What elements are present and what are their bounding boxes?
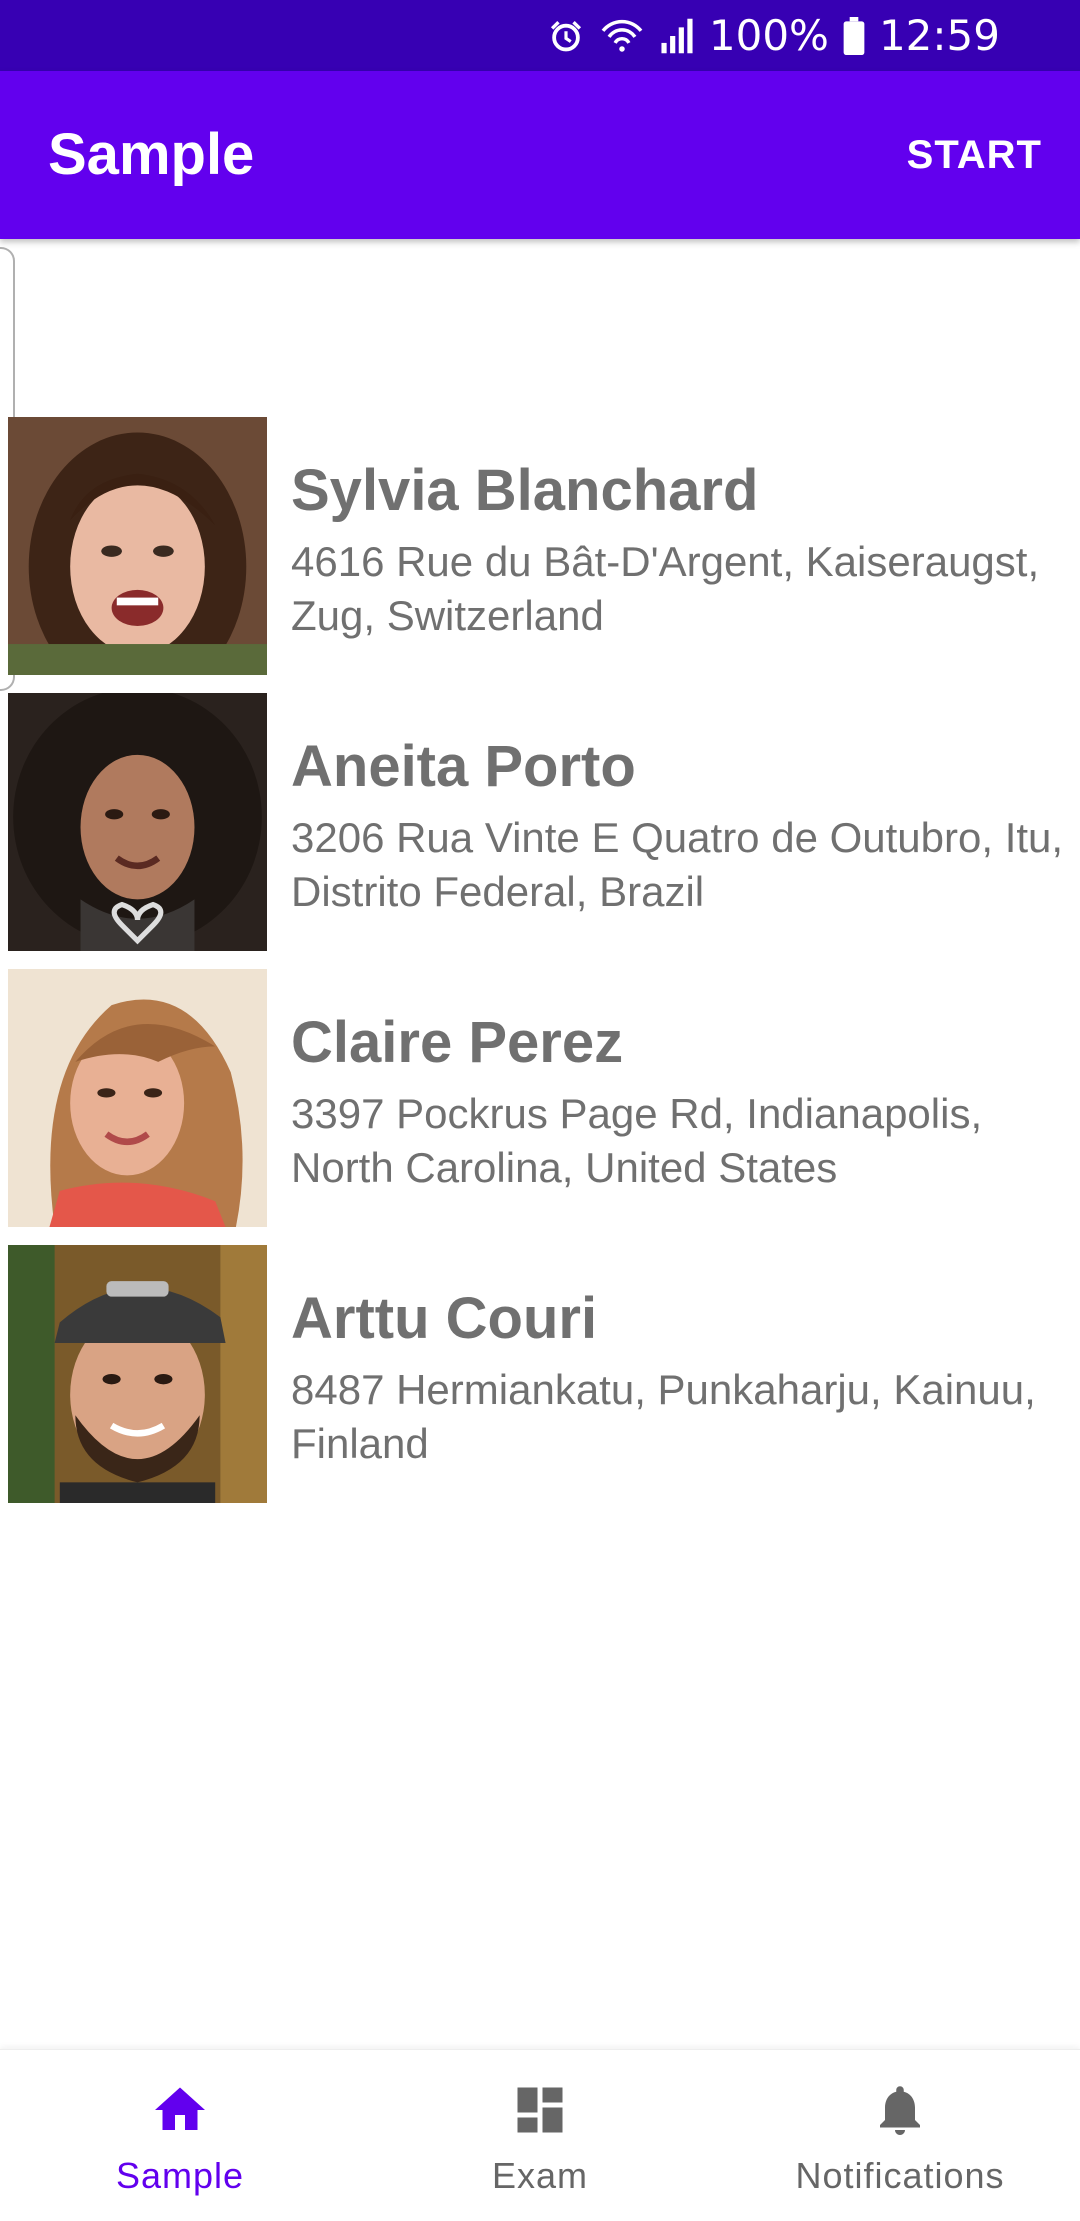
nav-item-exam[interactable]: Exam bbox=[360, 2050, 720, 2221]
start-button[interactable]: START bbox=[907, 71, 1042, 239]
nav-label-sample: Sample bbox=[115, 2155, 245, 2196]
nav-item-sample[interactable]: Sample bbox=[0, 2050, 360, 2221]
avatar bbox=[8, 693, 267, 951]
list-item[interactable]: Aneita Porto 3206 Rua Vinte E Quatro de … bbox=[8, 693, 1078, 951]
contact-name: Claire Perez bbox=[291, 1010, 624, 1075]
avatar bbox=[8, 417, 267, 675]
contact-address: 8487 Hermiankatu, Punkaharju, Kainuu, Fi… bbox=[291, 1366, 1036, 1467]
alarm-icon bbox=[547, 17, 585, 55]
nav-label-exam: Exam bbox=[491, 2155, 589, 2196]
bell-icon bbox=[870, 2080, 930, 2140]
contact-list: Sylvia Blanchard 4616 Rue du Bât-D'Argen… bbox=[0, 239, 1080, 2049]
contact-address: 3397 Pockrus Page Rd, Indianapolis, Nort… bbox=[291, 1090, 983, 1191]
nav-item-notifications[interactable]: Notifications bbox=[720, 2050, 1080, 2221]
battery-percent: 100% bbox=[708, 11, 829, 60]
signal-icon bbox=[659, 17, 695, 55]
home-icon bbox=[150, 2080, 210, 2140]
status-bar: 100% 12:59 bbox=[0, 0, 1080, 71]
app-bar: Sample START bbox=[0, 71, 1080, 239]
wifi-icon bbox=[599, 17, 645, 55]
contact-name: Arttu Couri bbox=[291, 1286, 598, 1351]
clock: 12:59 bbox=[878, 11, 1000, 60]
app-title: Sample bbox=[48, 122, 255, 187]
list-item[interactable]: Sylvia Blanchard 4616 Rue du Bât-D'Argen… bbox=[8, 417, 1078, 675]
avatar bbox=[8, 1245, 267, 1503]
battery-icon bbox=[843, 16, 865, 55]
list-item[interactable]: Claire Perez 3397 Pockrus Page Rd, India… bbox=[8, 969, 1078, 1227]
contact-name: Sylvia Blanchard bbox=[291, 458, 759, 523]
list-item[interactable]: Arttu Couri 8487 Hermiankatu, Punkaharju… bbox=[8, 1245, 1078, 1503]
nav-label-notifications: Notifications bbox=[795, 2155, 1005, 2196]
avatar bbox=[8, 969, 267, 1227]
contact-address: 4616 Rue du Bât-D'Argent, Kaiseraugst, Z… bbox=[291, 538, 1040, 639]
status-icons: 100% 12:59 bbox=[547, 0, 1000, 71]
bottom-navigation: Sample Exam Notifications bbox=[0, 2049, 1080, 2221]
contact-address: 3206 Rua Vinte E Quatro de Outubro, Itu,… bbox=[291, 814, 1064, 915]
dashboard-icon bbox=[510, 2080, 570, 2140]
contact-name: Aneita Porto bbox=[291, 734, 636, 799]
